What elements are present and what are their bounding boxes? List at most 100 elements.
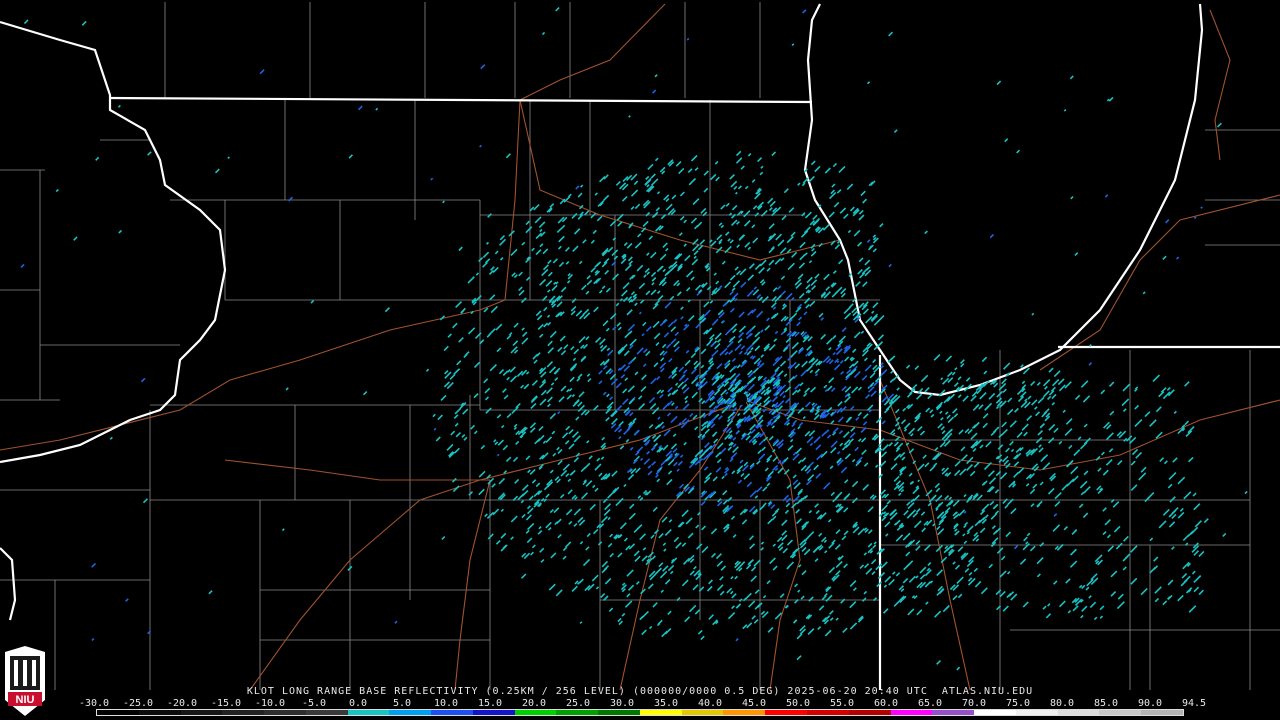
echo-streak: [852, 348, 857, 353]
echo-streak: [1031, 399, 1038, 406]
echo-streak: [764, 467, 769, 472]
echo-streak: [848, 303, 854, 309]
echo-streak: [531, 379, 538, 387]
echo-streak: [835, 560, 843, 568]
echo-streak: [546, 361, 554, 368]
colorbar-tick-label: 70.0: [961, 698, 987, 709]
colorbar-segment: [807, 710, 849, 715]
echo-streak: [670, 443, 678, 450]
echo-streak: [797, 407, 805, 414]
echo-streak: [482, 251, 490, 259]
echo-streak: [933, 353, 941, 361]
echo-streak: [619, 522, 627, 530]
echo-streak: [805, 401, 811, 408]
echo-streak: [814, 273, 820, 279]
echo-streak: [656, 290, 661, 294]
echo-streak: [972, 448, 977, 452]
echo-streak: [913, 520, 922, 529]
echo-streak: [682, 387, 690, 394]
echo-streak: [453, 414, 459, 419]
echo-streak: [623, 483, 627, 488]
echo-streak: [660, 389, 665, 394]
echo-streak: [521, 327, 525, 331]
echo-streak: [861, 375, 868, 381]
echo-streak: [651, 555, 656, 560]
echo-streak: [666, 343, 672, 349]
echo-streak: [779, 390, 785, 397]
echo-streak: [1216, 122, 1222, 128]
echo-streak: [751, 179, 756, 183]
echo-streak: [951, 371, 956, 376]
echo-streak: [680, 316, 684, 320]
echo-streak: [557, 245, 562, 250]
echo-streak: [603, 508, 611, 516]
echo-streak: [747, 430, 752, 436]
echo-streak: [585, 290, 590, 295]
echo-streak: [831, 291, 839, 298]
echo-streak: [1039, 542, 1045, 547]
echo-streak: [893, 475, 900, 482]
echo-streak: [796, 633, 803, 640]
echo-streak: [805, 284, 811, 290]
echo-streak: [833, 201, 840, 208]
echo-streak: [766, 580, 771, 585]
echo-streak: [792, 479, 799, 486]
echo-streak: [808, 260, 813, 264]
echo-streak: [1022, 601, 1029, 608]
echo-streak: [834, 243, 841, 250]
echo-streak: [1057, 378, 1065, 386]
echo-streak: [1105, 458, 1113, 466]
echo-streak: [796, 321, 801, 327]
echo-streak: [1039, 481, 1044, 486]
echo-streak: [539, 398, 547, 406]
echo-streak: [991, 525, 996, 530]
echo-streak: [685, 270, 694, 278]
echo-streak: [667, 458, 675, 466]
echo-streak: [652, 506, 658, 512]
echo-streak: [689, 412, 694, 418]
echo-streak: [836, 360, 840, 364]
echo-streak: [703, 301, 710, 308]
colorbar-segment: [639, 710, 682, 715]
echo-streak: [529, 427, 536, 433]
echo-streak: [483, 378, 489, 384]
echo-streak: [690, 352, 697, 359]
echo-streak: [521, 484, 529, 491]
echo-streak: [1014, 407, 1019, 413]
echo-streak: [646, 252, 650, 256]
echo-streak: [681, 579, 689, 587]
echo-streak: [697, 244, 704, 251]
echo-streak: [668, 357, 673, 363]
echo-streak: [732, 534, 737, 538]
echo-streak: [756, 310, 764, 318]
echo-streak: [570, 346, 575, 351]
echo-streak: [1167, 483, 1173, 489]
echo-streak: [571, 394, 576, 398]
echo-streak: [730, 452, 738, 460]
echo-streak: [525, 226, 533, 234]
echo-streak: [1037, 396, 1045, 404]
echo-streak: [836, 451, 841, 455]
echo-streak: [799, 241, 806, 249]
echo-streak: [738, 325, 747, 333]
echo-streak: [618, 420, 624, 427]
colorbar-segment: [598, 710, 640, 715]
echo-streak: [602, 391, 607, 396]
echo-streak: [862, 308, 869, 315]
echo-streak: [1177, 511, 1185, 519]
echo-streak: [907, 608, 915, 616]
echo-streak: [1052, 524, 1061, 532]
colorbar-tick-label: -5.0: [301, 698, 327, 709]
echo-streak: [850, 405, 855, 411]
echo-streak: [732, 436, 737, 441]
echo-streak: [480, 444, 486, 450]
echo-streak: [888, 263, 892, 268]
echo-streak: [771, 425, 775, 429]
echo-streak: [691, 258, 699, 266]
echo-streak: [686, 37, 690, 41]
echo-streak: [720, 389, 727, 397]
echo-streak: [954, 469, 961, 477]
echo-streak: [529, 468, 536, 475]
echo-streak: [769, 557, 776, 565]
echo-streak: [796, 655, 802, 661]
